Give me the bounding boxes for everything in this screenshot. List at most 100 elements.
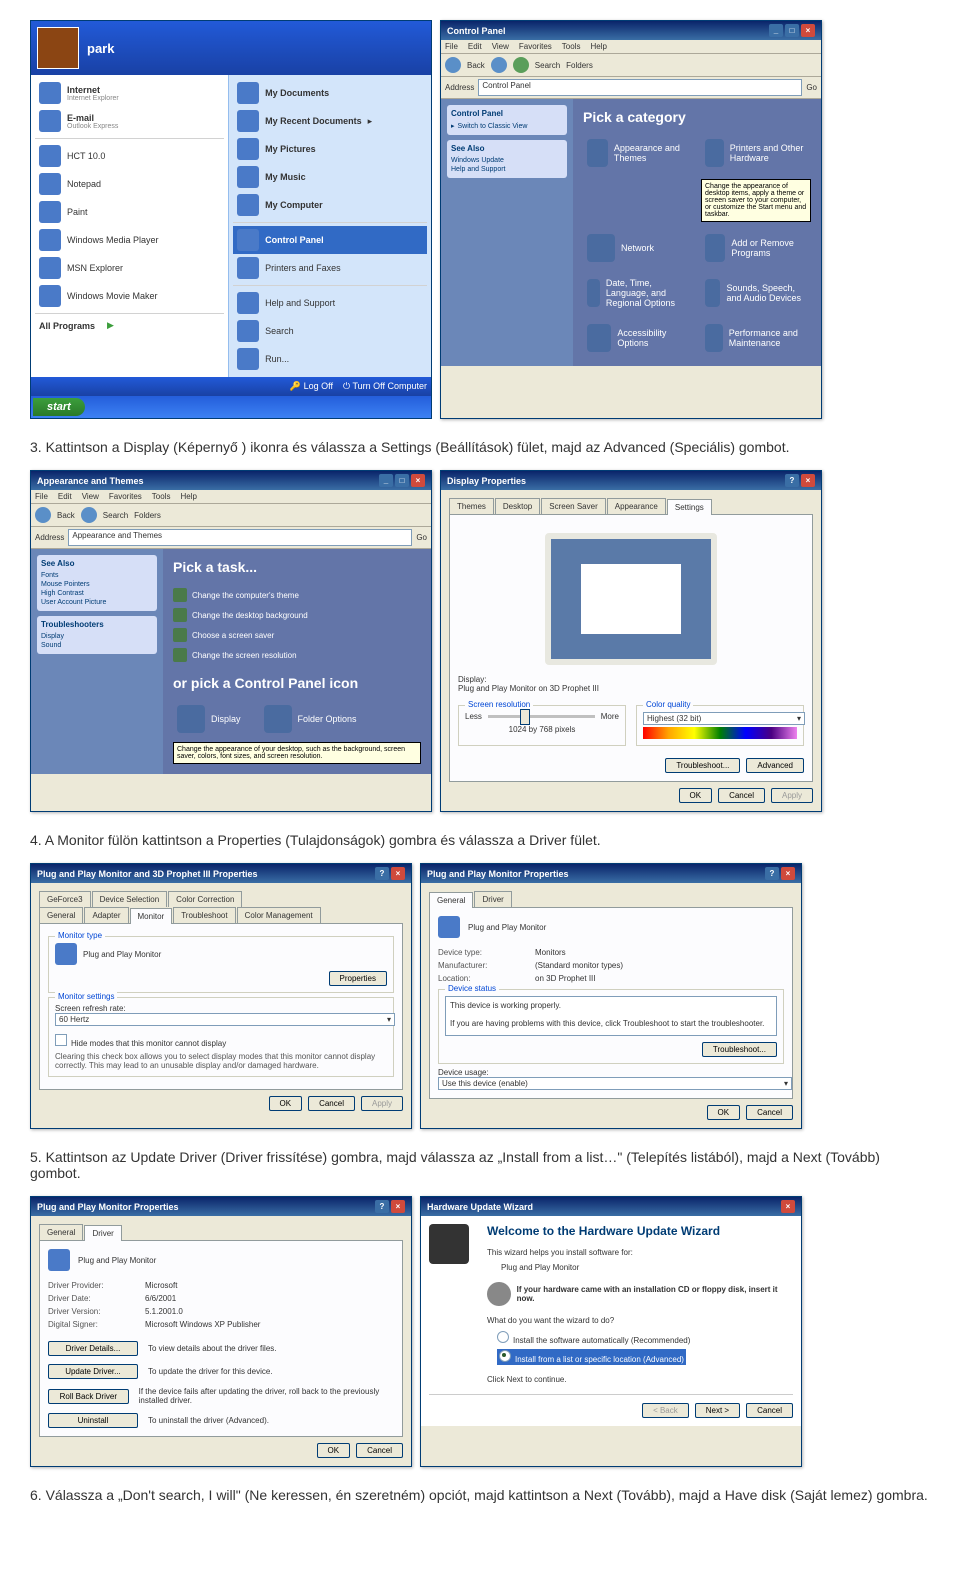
menu-tools[interactable]: Tools [152, 492, 171, 501]
cancel-button[interactable]: Cancel [356, 1443, 403, 1458]
radio-list[interactable] [499, 1350, 511, 1362]
uninstall-button[interactable]: Uninstall [48, 1413, 138, 1428]
ok-button[interactable]: OK [269, 1096, 303, 1111]
start-item-moviemaker[interactable]: Windows Movie Maker [35, 282, 224, 310]
resolution-slider[interactable] [488, 715, 595, 718]
next-button[interactable]: Next > [695, 1403, 740, 1418]
tab-appearance[interactable]: Appearance [607, 498, 666, 514]
task-screensaver[interactable]: Choose a screen saver [173, 625, 421, 645]
menu-favorites[interactable]: Favorites [519, 42, 552, 51]
tab-colorcorr[interactable]: Color Correction [168, 891, 242, 907]
close-button[interactable]: × [411, 474, 425, 487]
advanced-button[interactable]: Advanced [746, 758, 804, 773]
minimize-button[interactable]: _ [379, 474, 393, 487]
maximize-button[interactable]: □ [785, 24, 799, 37]
hide-modes-checkbox[interactable] [55, 1034, 67, 1046]
cat-addremove[interactable]: Add or Remove Programs [701, 230, 811, 266]
contrast-link[interactable]: High Contrast [41, 589, 153, 598]
address-field[interactable]: Appearance and Themes [68, 529, 412, 546]
back-icon[interactable] [445, 57, 461, 73]
search-button[interactable]: Search [103, 511, 128, 520]
start-item-notepad[interactable]: Notepad [35, 170, 224, 198]
tab-adapter[interactable]: Adapter [84, 907, 128, 923]
start-help[interactable]: Help and Support [233, 289, 427, 317]
ok-button[interactable]: OK [679, 788, 713, 803]
cat-printers[interactable]: Printers and Other Hardware [701, 135, 811, 171]
start-item-hct[interactable]: HCT 10.0 [35, 142, 224, 170]
start-search[interactable]: Search [233, 317, 427, 345]
shutdown-button[interactable]: ⏻ Turn Off Computer [343, 381, 427, 392]
radio-auto[interactable] [497, 1331, 509, 1343]
cat-sounds[interactable]: Sounds, Speech, and Audio Devices [701, 274, 811, 312]
help-button[interactable]: ? [375, 1200, 389, 1213]
task-theme[interactable]: Change the computer's theme [173, 585, 421, 605]
task-background[interactable]: Change the desktop background [173, 605, 421, 625]
menu-favorites[interactable]: Favorites [109, 492, 142, 501]
close-button[interactable]: × [781, 1200, 795, 1213]
all-programs[interactable]: All Programs▶ [35, 317, 224, 334]
driver-details-button[interactable]: Driver Details... [48, 1341, 138, 1356]
up-icon[interactable] [513, 57, 529, 73]
fonts-link[interactable]: Fonts [41, 571, 153, 580]
close-button[interactable]: × [781, 867, 795, 880]
menu-tools[interactable]: Tools [562, 42, 581, 51]
ok-button[interactable]: OK [317, 1443, 351, 1458]
help-button[interactable]: ? [765, 867, 779, 880]
sound-ts-link[interactable]: Sound [41, 641, 153, 650]
tab-settings[interactable]: Settings [667, 499, 712, 515]
cancel-button[interactable]: Cancel [746, 1105, 793, 1120]
start-music[interactable]: My Music [233, 163, 427, 191]
refresh-select[interactable]: 60 Hertz▾ [55, 1013, 395, 1026]
cat-network[interactable]: Network [583, 230, 693, 266]
tab-devsel[interactable]: Device Selection [92, 891, 168, 907]
menu-file[interactable]: File [35, 492, 48, 501]
display-ts-link[interactable]: Display [41, 632, 153, 641]
apply-button[interactable]: Apply [771, 788, 813, 803]
help-button[interactable]: ? [375, 867, 389, 880]
tab-desktop[interactable]: Desktop [495, 498, 540, 514]
address-field[interactable]: Control Panel [478, 79, 802, 96]
start-printers[interactable]: Printers and Faxes [233, 254, 427, 282]
menu-edit[interactable]: Edit [58, 492, 72, 501]
switch-classic[interactable]: ▸Switch to Classic View [451, 121, 563, 131]
cat-datetime[interactable]: Date, Time, Language, and Regional Optio… [583, 274, 693, 312]
search-button[interactable]: Search [535, 61, 560, 70]
tab-driver[interactable]: Driver [84, 1225, 121, 1241]
close-button[interactable]: × [801, 24, 815, 37]
go-button[interactable]: Go [806, 83, 817, 92]
logoff-button[interactable]: 🔑 Log Off [290, 381, 333, 392]
menu-help[interactable]: Help [180, 492, 196, 501]
menu-help[interactable]: Help [590, 42, 606, 51]
tab-driver[interactable]: Driver [474, 891, 511, 907]
tab-troubleshoot[interactable]: Troubleshoot [173, 907, 235, 923]
start-pictures[interactable]: My Pictures [233, 135, 427, 163]
start-item-paint[interactable]: Paint [35, 198, 224, 226]
close-button[interactable]: × [391, 1200, 405, 1213]
folders-button[interactable]: Folders [134, 511, 161, 520]
cancel-button[interactable]: Cancel [746, 1403, 793, 1418]
folder-options-item[interactable]: Folder Options [260, 701, 361, 737]
start-run[interactable]: Run... [233, 345, 427, 373]
apply-button[interactable]: Apply [361, 1096, 403, 1111]
tab-geforce[interactable]: GeForce3 [39, 891, 91, 907]
close-button[interactable]: × [801, 474, 815, 487]
usage-select[interactable]: Use this device (enable)▾ [438, 1077, 792, 1090]
help-button[interactable]: ? [785, 474, 799, 487]
menu-view[interactable]: View [492, 42, 509, 51]
start-item-msn[interactable]: MSN Explorer [35, 254, 224, 282]
start-item-email[interactable]: E-mailOutlook Express [35, 107, 224, 135]
cat-performance[interactable]: Performance and Maintenance [701, 320, 811, 356]
menu-edit[interactable]: Edit [468, 42, 482, 51]
menu-view[interactable]: View [82, 492, 99, 501]
back-button[interactable]: Back [467, 61, 485, 70]
start-recent[interactable]: My Recent Documents▸ [233, 107, 427, 135]
tab-general[interactable]: General [39, 1224, 83, 1240]
go-button[interactable]: Go [416, 533, 427, 542]
back-button[interactable]: < Back [642, 1403, 689, 1418]
tab-colormgmt[interactable]: Color Management [237, 907, 321, 923]
folders-button[interactable]: Folders [566, 61, 593, 70]
tab-general[interactable]: General [39, 907, 83, 923]
troubleshoot-button[interactable]: Troubleshoot... [665, 758, 740, 773]
start-item-wmp[interactable]: Windows Media Player [35, 226, 224, 254]
maximize-button[interactable]: □ [395, 474, 409, 487]
